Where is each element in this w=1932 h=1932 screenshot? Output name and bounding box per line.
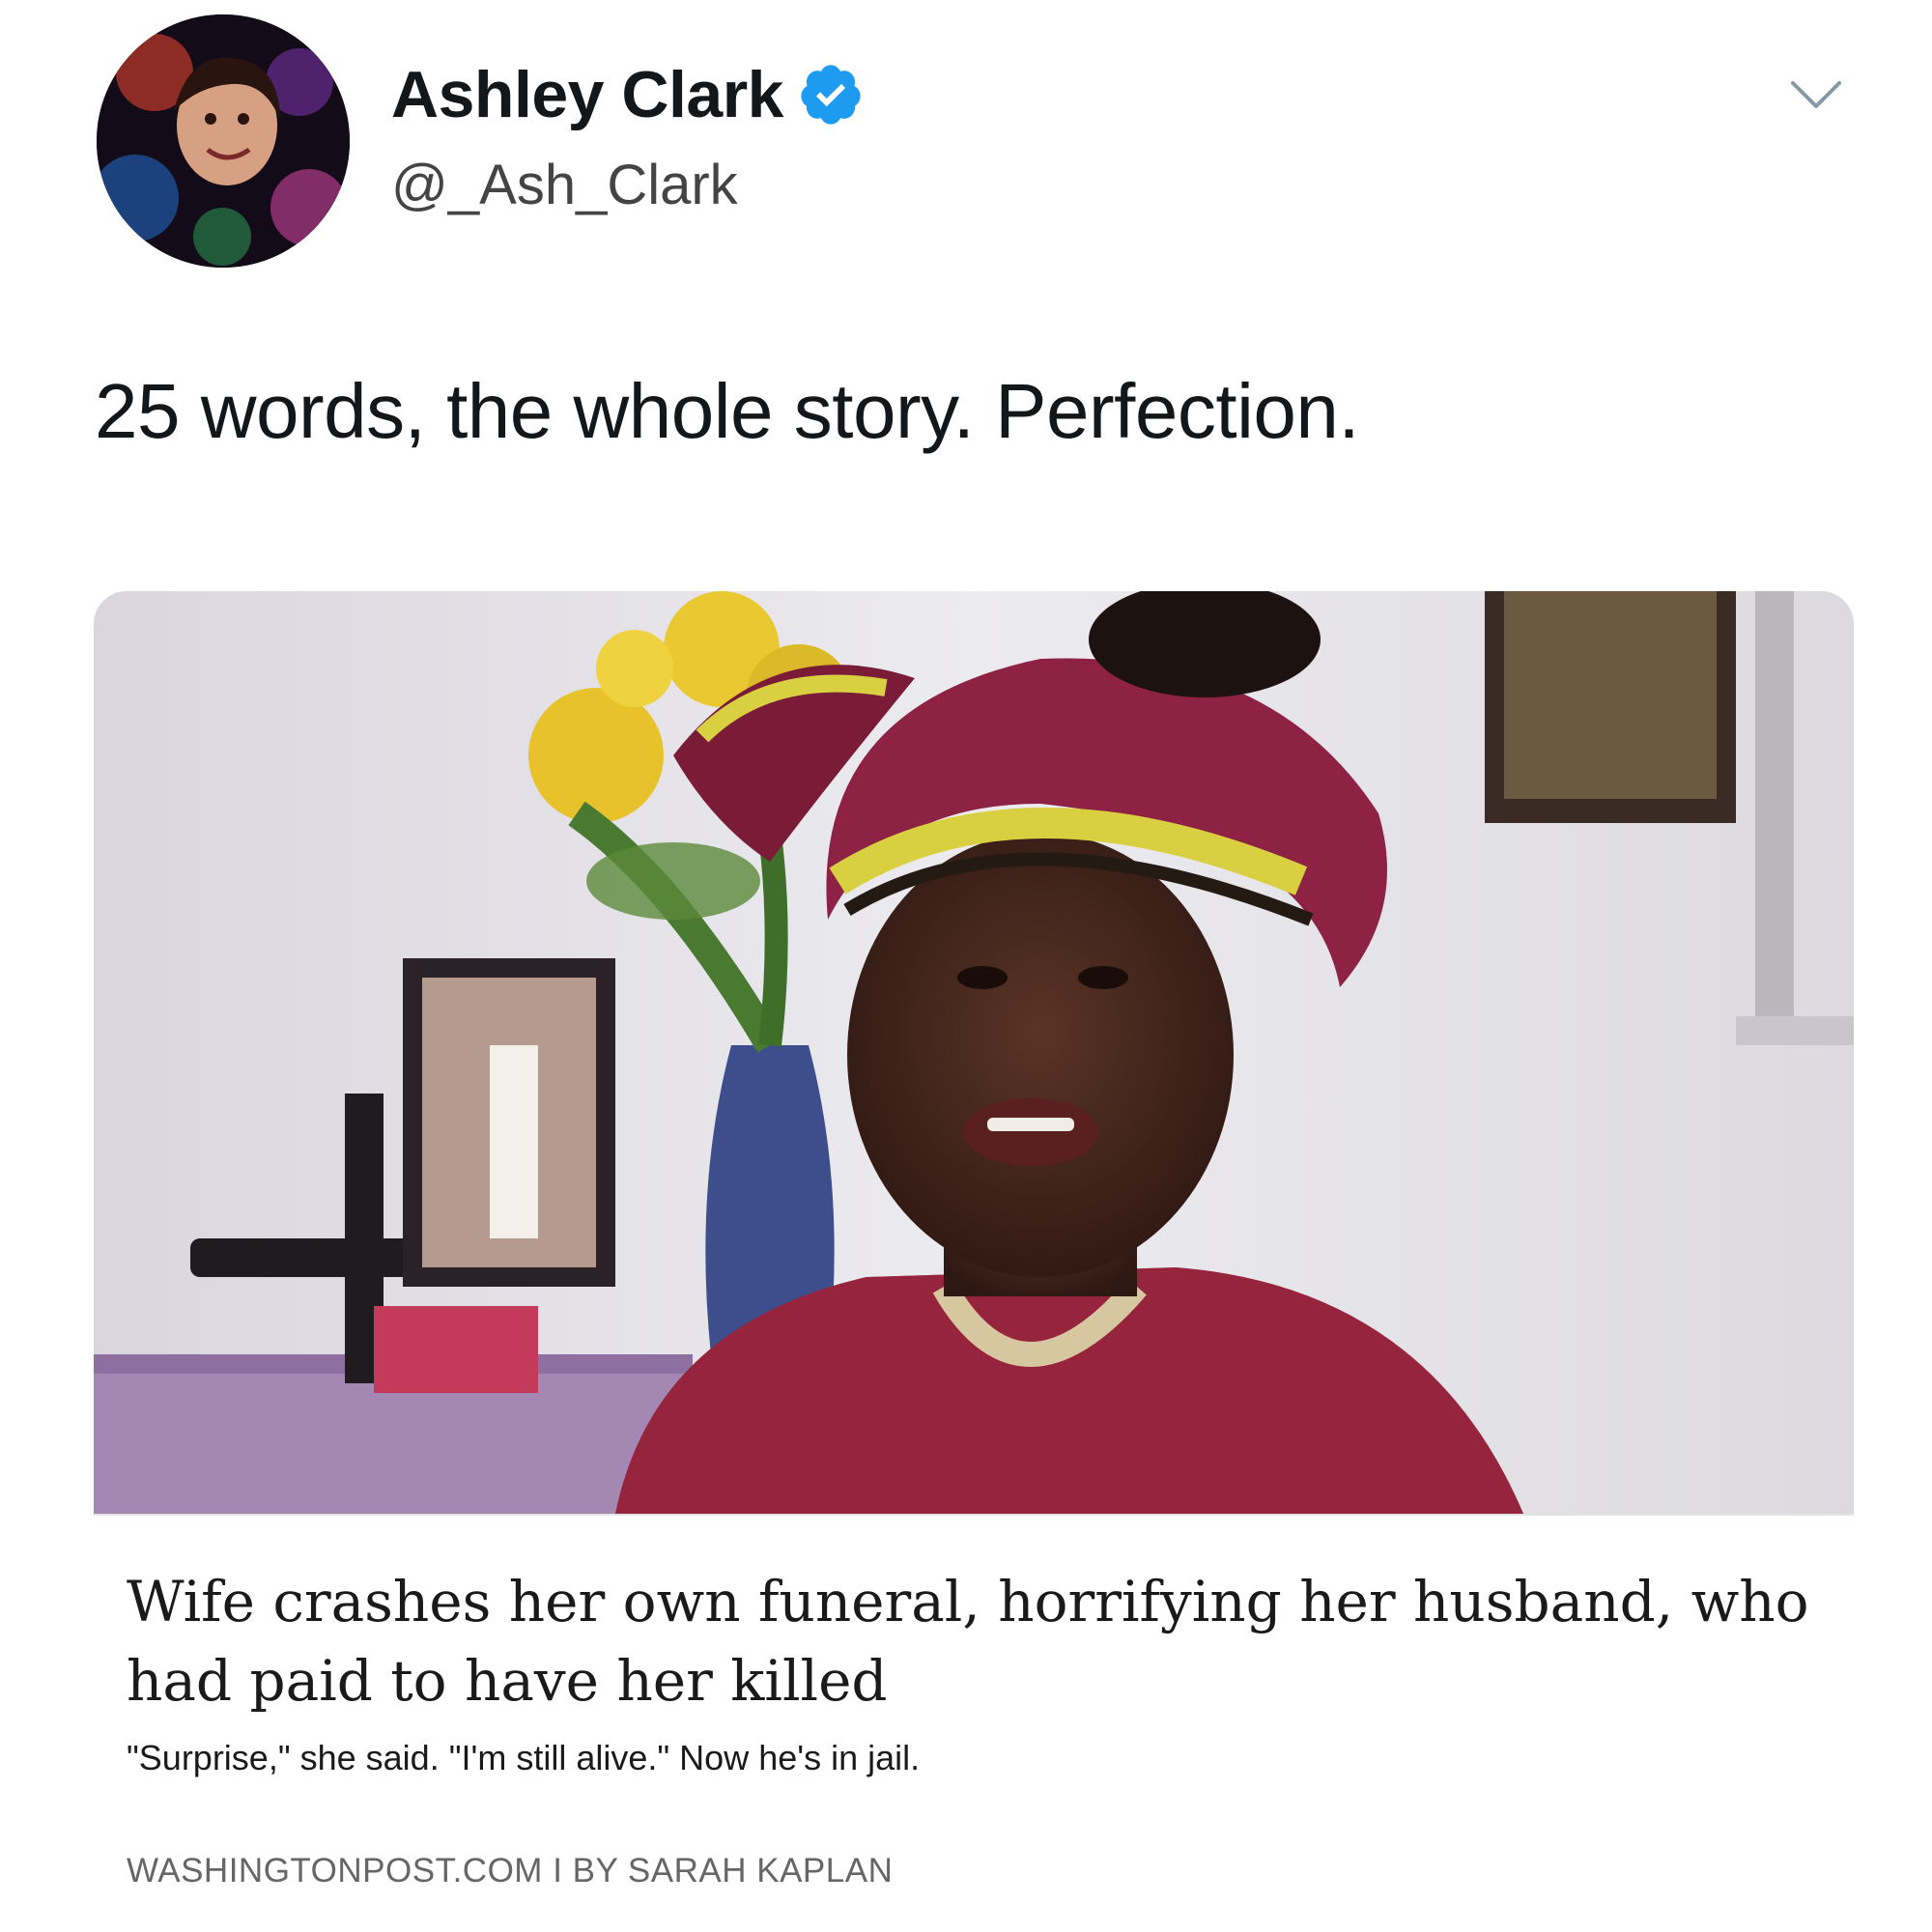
verified-badge-icon [797,61,865,128]
card-text-section[interactable]: Wife crashes her own funeral, horrifying… [94,1514,1854,1922]
profile-photo [97,14,350,268]
author-handle[interactable]: @_Ash_Clark [391,153,738,217]
card-source: WASHINGTONPOST.COM I BY SARAH KAPLAN [127,1852,894,1889]
author-display-name[interactable]: Ashley Clark [391,57,783,132]
link-card[interactable]: Wife crashes her own funeral, horrifying… [94,591,1854,1922]
card-image[interactable] [94,591,1854,1514]
news-photo [94,591,1854,1514]
tweet-text: 25 words, the whole story. Perfection. [95,368,1360,454]
avatar[interactable] [97,14,350,268]
card-headline[interactable]: Wife crashes her own funeral, horrifying… [127,1562,1827,1720]
author-name-row[interactable]: Ashley Clark [391,56,865,133]
chevron-down-icon[interactable] [1787,75,1845,114]
card-summary: "Surprise," she said. "I'm still alive."… [127,1738,921,1777]
